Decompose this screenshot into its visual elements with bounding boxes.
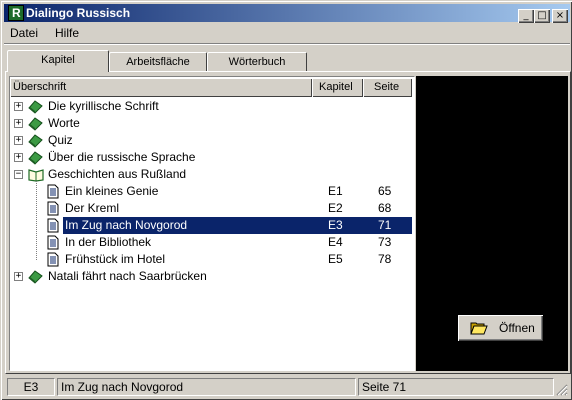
tree-item-label: Im Zug nach Novgorod xyxy=(65,218,188,232)
tree-item-book[interactable]: + Über die russische Sprache xyxy=(10,149,414,166)
page-icon xyxy=(47,218,59,233)
resize-grip-icon[interactable] xyxy=(556,384,568,396)
status-page: Seite 71 xyxy=(358,378,554,396)
close-button[interactable]: × xyxy=(552,9,568,23)
open-folder-icon xyxy=(470,322,488,335)
column-header-chapter[interactable]: Kapitel xyxy=(312,78,363,97)
column-header-heading[interactable]: Überschrift xyxy=(10,78,312,97)
expand-icon[interactable]: + xyxy=(14,136,23,145)
tree-item-chapter: E4 xyxy=(328,235,343,249)
tab-arbeitsflaeche[interactable]: Arbeitsfläche xyxy=(109,52,207,71)
tree-item-label: Die kyrillische Schrift xyxy=(48,99,159,113)
tree-item-label: Natali fährt nach Saarbrücken xyxy=(48,269,207,283)
book-icon xyxy=(28,270,43,284)
menu-separator xyxy=(4,43,570,45)
tree-item-page[interactable]: Ein kleines Genie E1 65 xyxy=(10,183,414,200)
tree-item-chapter: E1 xyxy=(328,184,343,198)
tree-item-label: In der Bibliothek xyxy=(65,235,152,249)
book-icon xyxy=(28,117,43,131)
tree-item-page[interactable]: In der Bibliothek E4 73 xyxy=(10,234,414,251)
tree-item-page-number: 73 xyxy=(378,235,392,249)
status-title: Im Zug nach Novgorod xyxy=(57,378,356,396)
page-icon xyxy=(47,235,59,250)
expand-icon[interactable]: + xyxy=(14,153,23,162)
tree-item-label: Quiz xyxy=(48,133,73,147)
tree-item-label: Geschichten aus Rußland xyxy=(48,167,187,181)
tree-item-book[interactable]: + Die kyrillische Schrift xyxy=(10,98,414,115)
tree-item-page-number: 65 xyxy=(378,184,392,198)
open-book-icon xyxy=(28,169,44,182)
tree-item-chapter: E3 xyxy=(328,218,343,232)
tree-item-book[interactable]: + Worte xyxy=(10,115,414,132)
tree-rows: + Die kyrillische Schrift + Worte + Quiz + Über… xyxy=(10,98,414,298)
expand-icon[interactable]: + xyxy=(14,102,23,111)
app-icon[interactable]: R xyxy=(8,5,24,21)
tree-item-page-number: 78 xyxy=(378,252,392,266)
book-icon xyxy=(28,134,43,148)
tree-item-label: Der Kreml xyxy=(65,201,120,215)
menu-hilfe[interactable]: Hilfe xyxy=(55,26,79,41)
tree-item-book[interactable]: − Geschichten aus Rußland xyxy=(10,166,414,183)
tree-item-page[interactable]: Der Kreml E2 68 xyxy=(10,200,414,217)
page-icon xyxy=(47,184,59,199)
minimize-button[interactable]: _ xyxy=(518,9,534,23)
main-window: R Dialingo Russisch _ □ × Datei Hilfe Ka… xyxy=(0,0,572,400)
tree-item-page[interactable]: Im Zug nach Novgorod E3 71 xyxy=(10,217,414,234)
expand-icon[interactable]: + xyxy=(14,119,23,128)
page-icon xyxy=(47,252,59,267)
window-title: Dialingo Russisch xyxy=(26,6,131,20)
tree-item-page-number: 68 xyxy=(378,201,392,215)
title-bar[interactable]: R Dialingo Russisch _ □ × xyxy=(4,4,570,23)
book-icon xyxy=(28,151,43,165)
tree-item-book[interactable]: + Quiz xyxy=(10,132,414,149)
book-icon xyxy=(28,100,43,114)
tab-woerterbuch[interactable]: Wörterbuch xyxy=(207,52,307,71)
menu-datei[interactable]: Datei xyxy=(10,26,38,41)
tree-connector-line xyxy=(36,181,37,260)
tree-item-chapter: E2 xyxy=(328,201,343,215)
tab-kapitel[interactable]: Kapitel xyxy=(7,50,109,72)
tree-item-label: Worte xyxy=(48,116,80,130)
tree-item-label: Ein kleines Genie xyxy=(65,184,159,198)
open-button[interactable]: Öffnen xyxy=(458,315,543,341)
maximize-button[interactable]: □ xyxy=(534,9,550,23)
column-header-page[interactable]: Seite xyxy=(363,78,412,97)
tree-item-label: Über die russische Sprache xyxy=(48,150,196,164)
tree-item-chapter: E5 xyxy=(328,252,343,266)
collapse-icon[interactable]: − xyxy=(14,170,23,179)
tree-item-label: Frühstück im Hotel xyxy=(65,252,166,266)
tree-item-page[interactable]: Frühstück im Hotel E5 78 xyxy=(10,251,414,268)
tree-item-page-number: 71 xyxy=(378,218,392,232)
tree-item-book[interactable]: + Natali fährt nach Saarbrücken xyxy=(10,268,414,285)
open-button-label: Öffnen xyxy=(499,321,535,335)
status-chapter: E3 xyxy=(7,378,55,396)
expand-icon[interactable]: + xyxy=(14,272,23,281)
page-icon xyxy=(47,201,59,216)
